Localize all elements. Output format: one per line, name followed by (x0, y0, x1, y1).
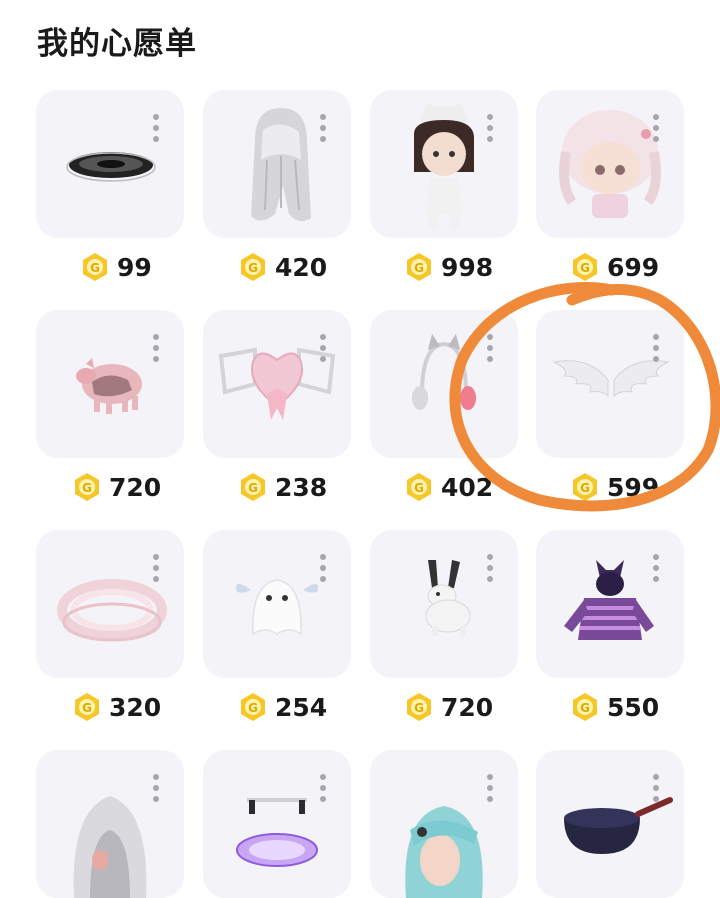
more-options-icon[interactable] (486, 114, 494, 144)
price-row: G 720 (72, 470, 161, 504)
wishlist-item-card[interactable] (536, 750, 684, 898)
more-options-icon[interactable] (652, 334, 660, 364)
price-row: G 599 (570, 470, 659, 504)
price-value: 238 (275, 472, 328, 502)
wishlist-item-card[interactable] (36, 90, 184, 238)
svg-text:G: G (414, 481, 424, 495)
svg-text:G: G (580, 701, 590, 715)
svg-text:G: G (414, 701, 424, 715)
item-thumbnail-pink-haired-doll-head (559, 110, 661, 218)
more-options-icon[interactable] (652, 774, 660, 804)
price-value: 420 (275, 252, 328, 282)
svg-text:G: G (248, 261, 258, 275)
svg-text:G: G (82, 701, 92, 715)
item-thumbnail-pink-lace-ring (57, 579, 167, 642)
more-options-icon[interactable] (319, 334, 327, 364)
wishlist-item-card[interactable] (370, 310, 518, 458)
gold-coin-icon: G (573, 253, 597, 281)
price-row: G 99 (80, 250, 152, 284)
price-value: 720 (109, 472, 162, 502)
gold-coin-icon: G (573, 693, 597, 721)
price-value: 320 (109, 692, 162, 722)
item-thumbnail-purple-striped-cat-hoodie (564, 560, 654, 640)
price-value: 720 (441, 692, 494, 722)
more-options-icon[interactable] (319, 554, 327, 584)
gold-coin-icon: G (407, 473, 431, 501)
more-options-icon[interactable] (319, 114, 327, 144)
wishlist-item-card[interactable] (370, 750, 518, 898)
more-options-icon[interactable] (152, 334, 160, 364)
item-thumbnail-cat-ear-headphones (412, 334, 476, 410)
more-options-icon[interactable] (319, 774, 327, 804)
wishlist-item-card[interactable] (370, 90, 518, 238)
price-row: G 420 (238, 250, 327, 284)
wishlist-item-card[interactable] (203, 750, 351, 898)
price-row: G 238 (238, 470, 327, 504)
gold-coin-icon: G (241, 253, 265, 281)
more-options-icon[interactable] (152, 554, 160, 584)
price-value: 402 (441, 472, 494, 502)
item-thumbnail-pink-heart-ribbon-accessory (218, 347, 336, 420)
price-row: G 720 (404, 690, 493, 724)
svg-text:G: G (580, 481, 590, 495)
price-row: G 998 (404, 250, 493, 284)
svg-text:G: G (580, 261, 590, 275)
svg-text:G: G (248, 701, 258, 715)
item-thumbnail-silver-haired-hood (73, 796, 147, 898)
item-thumbnail-black-halo-disc (66, 152, 156, 182)
gold-coin-icon: G (75, 473, 99, 501)
more-options-icon[interactable] (652, 554, 660, 584)
price-value: 254 (275, 692, 328, 722)
gold-coin-icon: G (83, 253, 107, 281)
wishlist-item-card[interactable] (370, 530, 518, 678)
wishlist-item-card[interactable] (536, 310, 684, 458)
page-title: 我的心愿单 (37, 26, 197, 62)
more-options-icon[interactable] (652, 114, 660, 144)
more-options-icon[interactable] (486, 774, 494, 804)
item-thumbnail-ghost-with-wings (236, 579, 318, 636)
gold-coin-icon: G (241, 473, 265, 501)
item-thumbnail-white-angel-wings (552, 360, 670, 398)
wishlist-item-card[interactable] (536, 90, 684, 238)
price-row: G 402 (404, 470, 493, 504)
svg-text:G: G (248, 481, 258, 495)
gold-coin-icon: G (241, 693, 265, 721)
gold-coin-icon: G (407, 693, 431, 721)
item-thumbnail-doll-with-bear-hat (414, 104, 474, 228)
wishlist-item-card[interactable] (36, 750, 184, 898)
svg-text:G: G (414, 261, 424, 275)
svg-text:G: G (90, 261, 100, 275)
wishlist-item-card[interactable] (36, 310, 184, 458)
price-value: 550 (607, 692, 660, 722)
item-thumbnail-purple-glowing-platform (236, 798, 318, 867)
price-value: 998 (441, 252, 494, 282)
gold-coin-icon: G (573, 473, 597, 501)
price-row: G 254 (238, 690, 327, 724)
wishlist-item-card[interactable] (536, 530, 684, 678)
wishlist-item-card[interactable] (36, 530, 184, 678)
svg-text:G: G (82, 481, 92, 495)
item-thumbnail-frying-pan (564, 797, 673, 854)
price-value: 99 (117, 252, 152, 282)
item-thumbnail-pink-pig (76, 358, 142, 414)
price-value: 699 (607, 252, 660, 282)
price-row: G 699 (570, 250, 659, 284)
more-options-icon[interactable] (152, 774, 160, 804)
gold-coin-icon: G (407, 253, 431, 281)
price-value: 599 (607, 472, 660, 502)
gold-coin-icon: G (75, 693, 99, 721)
wishlist-item-card[interactable] (203, 90, 351, 238)
more-options-icon[interactable] (486, 554, 494, 584)
item-thumbnail-teal-haired-head (405, 806, 483, 898)
more-options-icon[interactable] (486, 334, 494, 364)
more-options-icon[interactable] (152, 114, 160, 144)
wishlist-item-card[interactable] (203, 530, 351, 678)
wishlist-item-card[interactable] (203, 310, 351, 458)
price-row: G 550 (570, 690, 659, 724)
item-thumbnail-white-long-hair (251, 108, 311, 222)
price-row: G 320 (72, 690, 161, 724)
item-thumbnail-white-rabbit (425, 560, 471, 636)
